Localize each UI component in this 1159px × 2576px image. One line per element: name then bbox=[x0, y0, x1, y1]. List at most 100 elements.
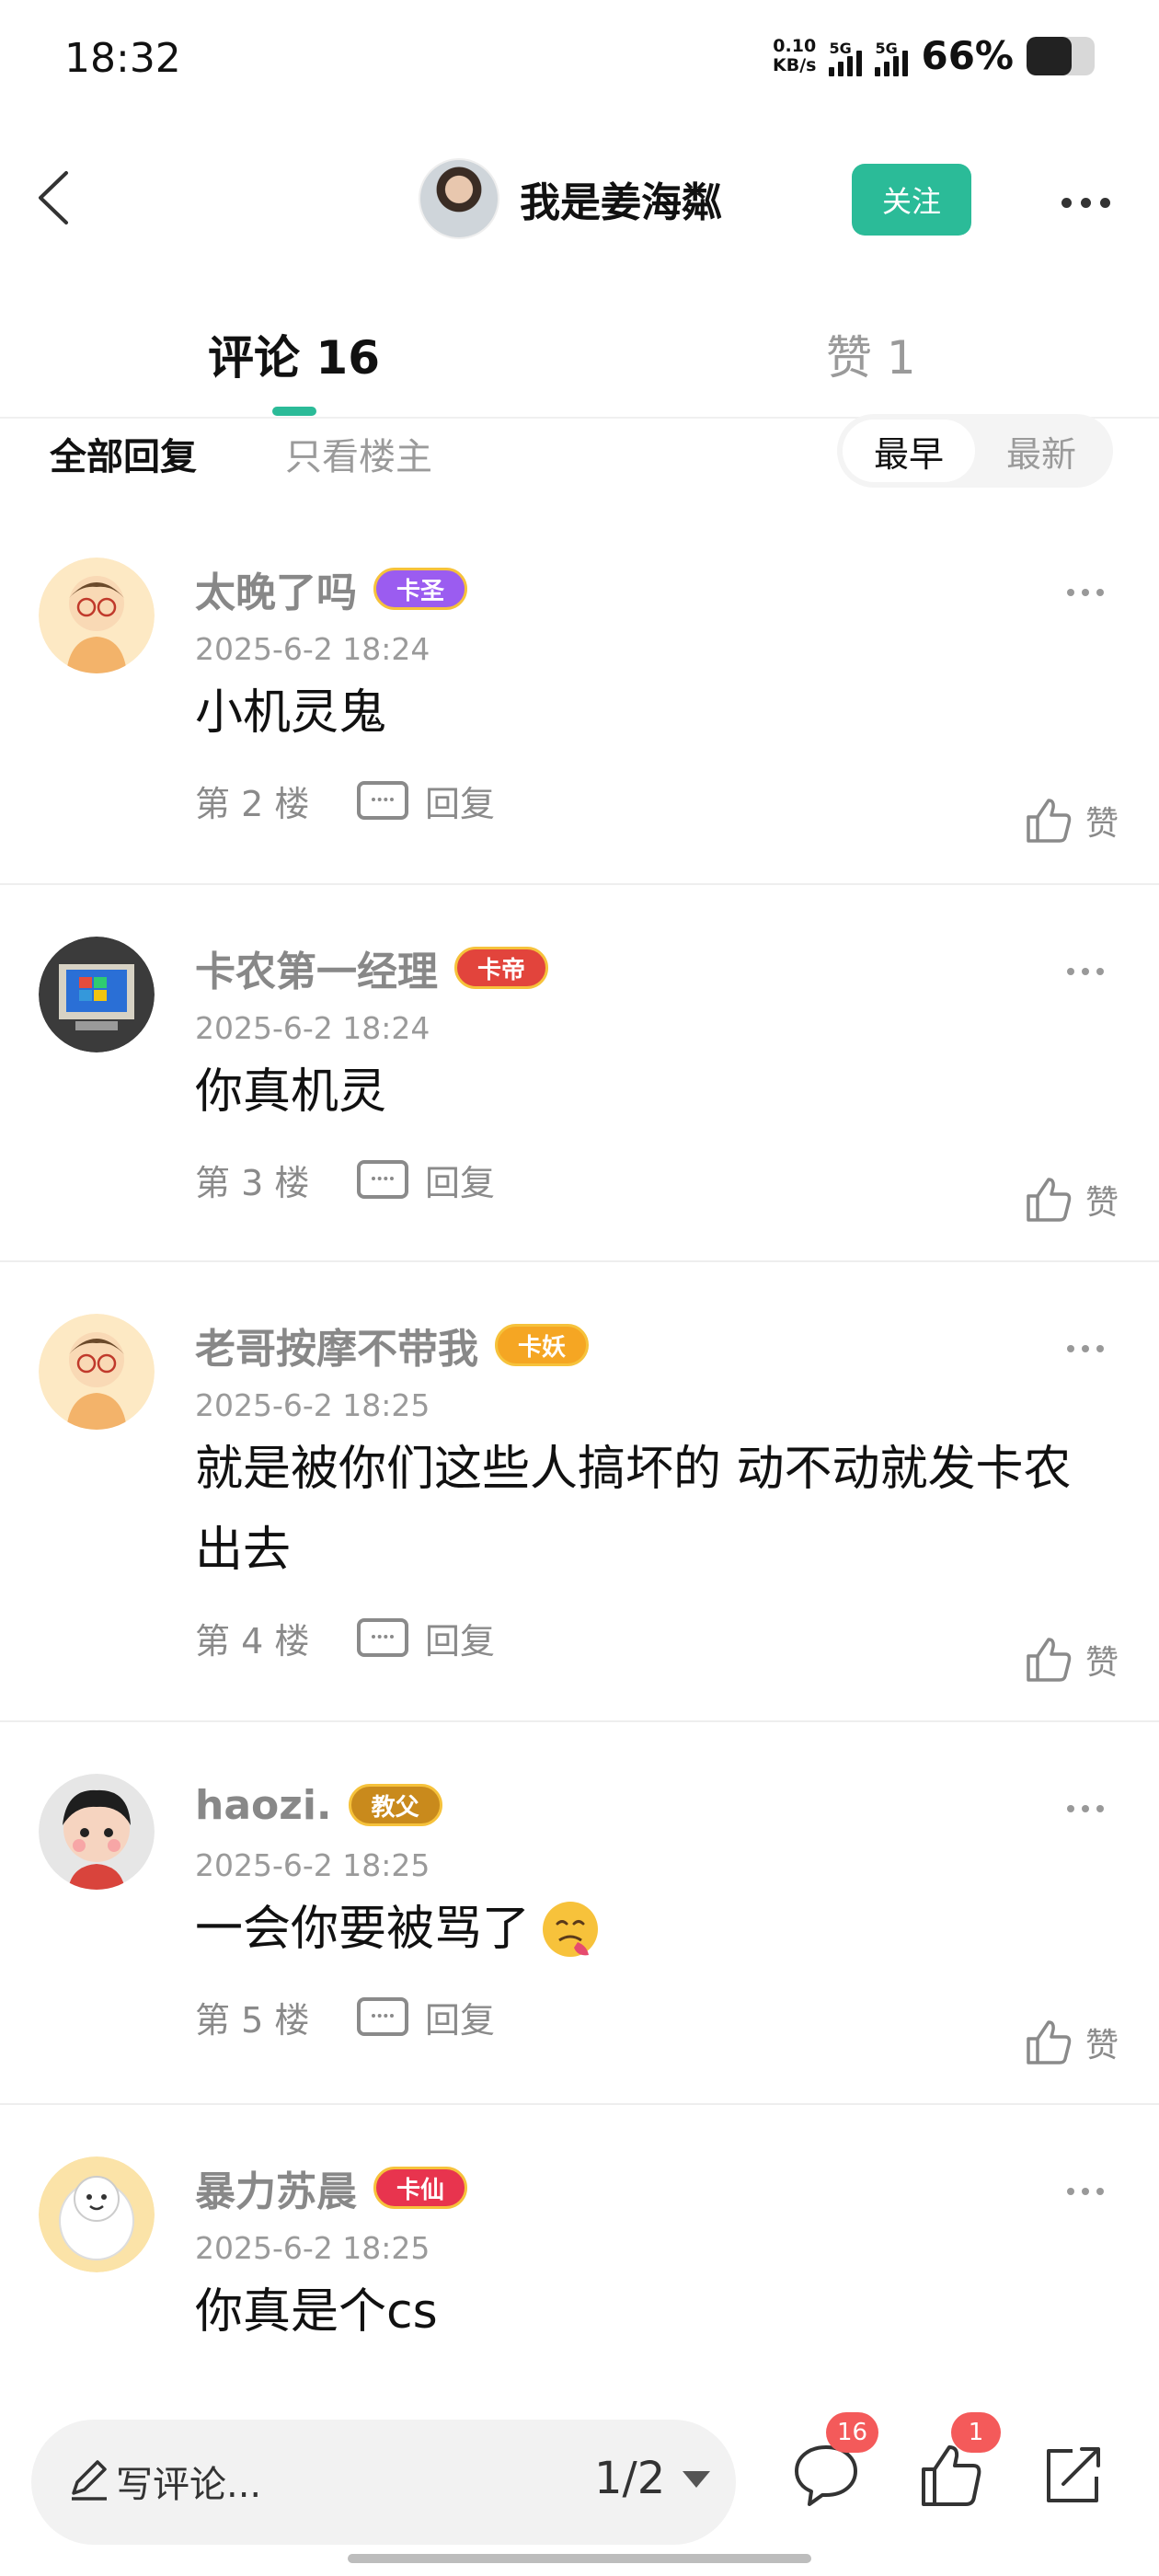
like-button[interactable]: 赞 bbox=[1023, 1174, 1119, 1225]
thumbs-up-icon bbox=[1027, 799, 1072, 843]
tab-comments[interactable]: 评论 16 bbox=[208, 321, 380, 387]
home-indicator[interactable] bbox=[348, 2554, 811, 2563]
comment-time: 2025-6-2 18:24 bbox=[195, 1010, 430, 1046]
comment-time: 2025-6-2 18:25 bbox=[195, 1387, 430, 1423]
page-indicator[interactable]: 1/2 bbox=[594, 2453, 665, 2504]
more-options-button[interactable] bbox=[1049, 175, 1122, 230]
author-name[interactable]: 我是姜海粼 bbox=[520, 169, 722, 228]
write-comment-placeholder[interactable]: 写评论... bbox=[116, 2455, 261, 2508]
reply-button[interactable]: 回复 bbox=[357, 1992, 495, 2042]
comment-item: 老哥按摩不带我 卡妖 2025-6-2 18:25 就是被你们这些人搞坏的 动不… bbox=[0, 1262, 1159, 1722]
comment-bubble-icon bbox=[357, 1160, 408, 1199]
reply-label: 回复 bbox=[425, 1620, 496, 1662]
comment-text: 小机灵鬼 bbox=[195, 685, 387, 741]
share-button[interactable] bbox=[1036, 2438, 1109, 2512]
sort-earliest[interactable]: 最早 bbox=[843, 420, 975, 482]
floor-number: 第 5 楼 bbox=[195, 1999, 310, 2041]
write-comment-input[interactable]: 写评论... 1/2 bbox=[31, 2420, 736, 2545]
share-icon bbox=[1047, 2447, 1100, 2502]
like-button[interactable]: 赞 bbox=[1023, 2017, 1119, 2068]
comment-text-content: 一会你要被骂了 bbox=[195, 1902, 531, 1957]
comment-count-badge: 16 bbox=[826, 2412, 879, 2453]
signal-label: 5G bbox=[829, 39, 852, 57]
comment-bubble-icon bbox=[357, 781, 408, 820]
follow-button[interactable]: 关注 bbox=[852, 164, 971, 236]
like-post-button[interactable]: 1 bbox=[914, 2412, 1001, 2512]
comment-more-button[interactable] bbox=[1058, 1336, 1113, 1362]
avatar[interactable] bbox=[39, 2156, 155, 2272]
like-label: 赞 bbox=[1084, 1184, 1119, 1222]
thumbs-up-icon bbox=[1027, 1178, 1072, 1222]
status-time: 18:32 bbox=[64, 35, 181, 82]
like-button[interactable]: 赞 bbox=[1023, 795, 1119, 846]
floor-number: 第 3 楼 bbox=[195, 1162, 310, 1203]
like-button[interactable]: 赞 bbox=[1023, 1634, 1119, 1685]
reply-label: 回复 bbox=[425, 1999, 496, 2041]
reply-label: 回复 bbox=[425, 1162, 496, 1203]
filter-all-replies[interactable]: 全部回复 bbox=[50, 427, 197, 480]
comment-more-button[interactable] bbox=[1058, 2179, 1113, 2204]
signal-label: 5G bbox=[875, 39, 898, 57]
post-author[interactable]: 我是姜海粼 bbox=[419, 158, 722, 239]
reply-button[interactable]: 回复 bbox=[357, 1613, 495, 1663]
commenter-name[interactable]: 卡农第一经理 bbox=[195, 938, 438, 997]
commenter-name[interactable]: 太晚了吗 bbox=[195, 559, 357, 618]
commenter-name[interactable]: 暴力苏晨 bbox=[195, 2158, 357, 2217]
comment-text: 你真是个cs bbox=[195, 2284, 438, 2340]
comments-button[interactable]: 16 bbox=[789, 2412, 879, 2512]
reply-button[interactable]: 回复 bbox=[357, 1155, 495, 1205]
comment-more-button[interactable] bbox=[1058, 580, 1113, 605]
avatar[interactable] bbox=[419, 158, 499, 239]
battery-percent: 66% bbox=[921, 33, 1014, 78]
thumbs-up-icon bbox=[1027, 1638, 1072, 1682]
network-speed-value: 0.10 bbox=[773, 35, 817, 56]
comment-text: 一会你要被骂了 bbox=[195, 1889, 1159, 1970]
caret-down-icon[interactable] bbox=[683, 2471, 710, 2488]
avatar[interactable] bbox=[39, 1774, 155, 1890]
comment-text: 就是被你们这些人搞坏的 动不动就发卡农出去 bbox=[195, 1442, 1072, 1578]
sort-toggle: 最早 最新 bbox=[837, 414, 1113, 488]
comment-bubble-icon bbox=[357, 1997, 408, 2036]
reply-label: 回复 bbox=[425, 783, 496, 824]
top-nav: 我是姜海粼 关注 bbox=[0, 147, 1159, 248]
comment-text: 你真机灵 bbox=[195, 1064, 387, 1120]
like-label: 赞 bbox=[1084, 805, 1119, 843]
status-bar: 18:32 0.10 KB/s 5G 5G 66% bbox=[0, 0, 1159, 120]
comment-time: 2025-6-2 18:25 bbox=[195, 1847, 430, 1883]
bottom-bar: 写评论... 1/2 16 1 bbox=[0, 2383, 1159, 2576]
floor-number: 第 2 楼 bbox=[195, 783, 310, 824]
comment-more-button[interactable] bbox=[1058, 1796, 1113, 1822]
comment-more-button[interactable] bbox=[1058, 959, 1113, 984]
signal-icon: 5G bbox=[875, 36, 909, 76]
like-label: 赞 bbox=[1084, 2027, 1119, 2064]
signal-icon: 5G bbox=[829, 36, 863, 76]
thumbs-up-icon bbox=[1027, 2020, 1072, 2064]
comment-item: 卡农第一经理 卡帝 2025-6-2 18:24 你真机灵 第 3 楼 回复 赞 bbox=[0, 885, 1159, 1262]
tab-bar: 评论 16 赞 1 bbox=[0, 308, 1159, 419]
network-speed-unit: KB/s bbox=[773, 54, 817, 75]
avatar[interactable] bbox=[39, 558, 155, 673]
filter-row: 全部回复 只看楼主 最早 最新 bbox=[0, 414, 1159, 497]
level-badge: 卡仙 bbox=[373, 2167, 468, 2209]
tab-likes[interactable]: 赞 1 bbox=[826, 321, 916, 387]
commenter-name[interactable]: haozi. bbox=[195, 1782, 332, 1829]
sort-latest[interactable]: 最新 bbox=[975, 420, 1107, 482]
avatar[interactable] bbox=[39, 937, 155, 1052]
filter-owner-only[interactable]: 只看楼主 bbox=[285, 427, 432, 480]
nauseated-face-emoji-icon bbox=[543, 1902, 599, 1957]
like-count-badge: 1 bbox=[951, 2412, 1001, 2453]
comment-item: 太晚了吗 卡圣 2025-6-2 18:24 小机灵鬼 第 2 楼 回复 赞 bbox=[0, 506, 1159, 885]
chevron-left-icon bbox=[39, 171, 68, 224]
back-button[interactable] bbox=[28, 166, 92, 230]
like-label: 赞 bbox=[1084, 1644, 1119, 1682]
reply-button[interactable]: 回复 bbox=[357, 776, 495, 826]
comment-time: 2025-6-2 18:24 bbox=[195, 631, 430, 667]
dot-icon bbox=[1061, 197, 1072, 208]
pencil-icon bbox=[72, 2460, 107, 2501]
avatar[interactable] bbox=[39, 1314, 155, 1430]
level-badge: 教父 bbox=[348, 1784, 442, 1826]
commenter-name[interactable]: 老哥按摩不带我 bbox=[195, 1316, 478, 1374]
comment-list: 太晚了吗 卡圣 2025-6-2 18:24 小机灵鬼 第 2 楼 回复 赞 卡… bbox=[0, 506, 1159, 2390]
level-badge: 卡妖 bbox=[495, 1324, 590, 1366]
dot-icon bbox=[1099, 197, 1110, 208]
